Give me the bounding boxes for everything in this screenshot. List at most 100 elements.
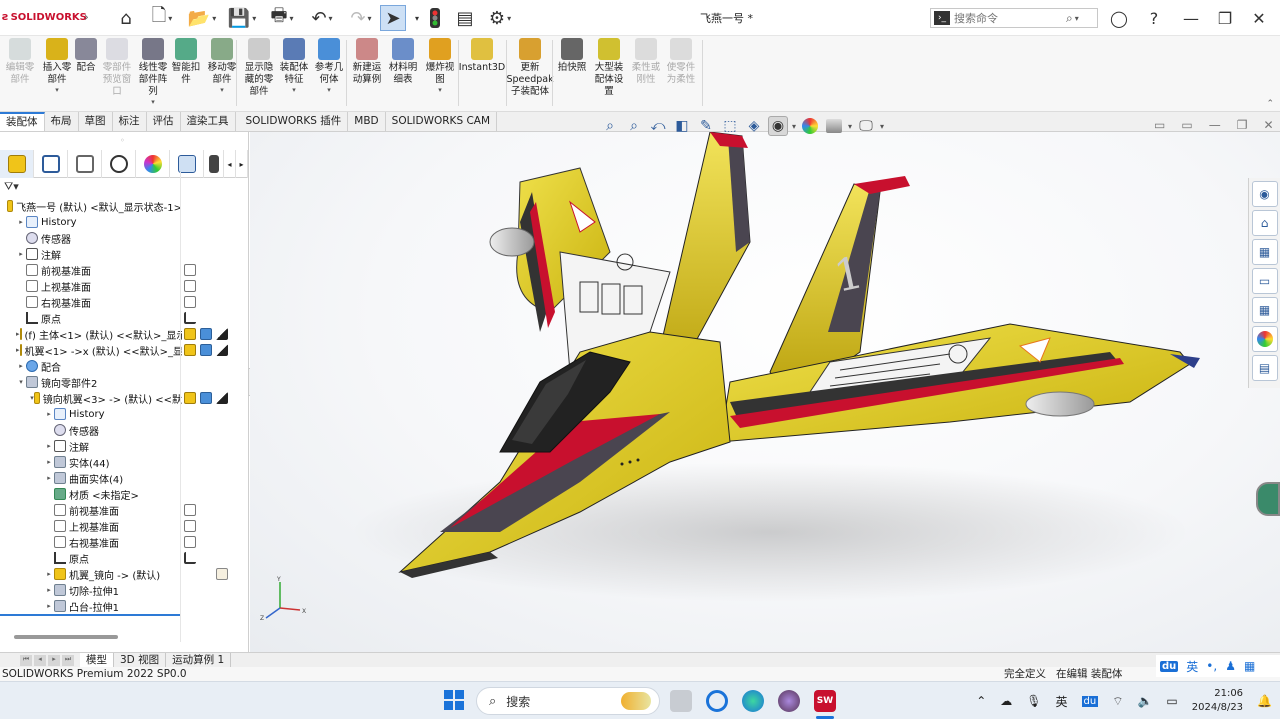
tab-6[interactable]: SOLIDWORKS 插件 [240, 112, 349, 131]
first-tab-nav-icon[interactable]: ⏮ [20, 654, 32, 666]
viewport-split-icon[interactable]: ▭ [1181, 118, 1192, 132]
ribbon-button-5[interactable]: 智能扣件 [170, 38, 202, 86]
ribbon-button-12[interactable]: 爆炸视图 ▾ [422, 38, 458, 94]
notification-bell-icon[interactable]: 🔔 [1257, 694, 1272, 708]
ribbon-button-0[interactable]: 编辑零 部件 [4, 38, 36, 86]
open-button[interactable]: 📂 ▾ [184, 5, 220, 31]
tab-3[interactable]: 标注 [113, 112, 147, 131]
expand-toggle-icon[interactable]: ▸ [16, 330, 20, 338]
ribbon-button-15[interactable]: 拍快照 [556, 38, 588, 74]
scene-dropdown-icon[interactable]: ▾ [848, 122, 852, 131]
bottom-tab-2[interactable]: 运动算例 1 [166, 652, 232, 668]
expand-toggle-icon[interactable]: ▸ [16, 218, 26, 226]
solidworks-resources-icon[interactable]: ◉ [1251, 181, 1278, 207]
ribbon-button-14[interactable]: 更新 Speedpak 子装配体 [506, 38, 554, 98]
tab-8[interactable]: SOLIDWORKS CAM [386, 112, 498, 131]
expand-toggle-icon[interactable]: ▸ [44, 602, 54, 610]
close-icon[interactable]: ✕ [1248, 7, 1270, 29]
microphone-icon[interactable]: 🎙 [1026, 694, 1041, 708]
search-input[interactable] [954, 11, 1064, 25]
tree-item[interactable]: 传感器 [44, 422, 182, 438]
tab-7[interactable]: MBD [348, 112, 386, 131]
onedrive-icon[interactable]: ☁ [1000, 694, 1012, 708]
tree-item[interactable]: 前视基准面 [16, 262, 182, 278]
account-icon[interactable]: ◯ [1108, 7, 1130, 29]
redo-button[interactable]: ↷ ▾ [344, 5, 378, 31]
ime-user-icon[interactable]: ♟ [1225, 659, 1236, 673]
tree-item[interactable]: ▸ 机翼<1> ->x (默认) <<默认>_显 [16, 342, 182, 358]
minimize-icon[interactable]: — [1180, 7, 1202, 29]
tree-item[interactable]: ▾ 镜向机翼<3> -> (默认) <<默 [30, 390, 182, 406]
ime-logo-icon[interactable]: du [1160, 660, 1179, 672]
expand-toggle-icon[interactable]: ▸ [44, 458, 54, 466]
ribbon-button-2[interactable]: 配合 [74, 38, 98, 74]
tree-item[interactable]: 飞燕一号 (默认) <默认_显示状态-1> [2, 198, 182, 214]
ribbon-button-11[interactable]: 材料明 细表 [386, 38, 420, 86]
expand-toggle-icon[interactable]: ▸ [16, 362, 26, 370]
ribbon-button-7[interactable]: 显示隐 藏的零 部件 [242, 38, 276, 98]
bottom-tab-1[interactable]: 3D 视图 [114, 652, 167, 668]
side-assistant-icon[interactable] [1256, 482, 1280, 516]
volume-icon[interactable]: 🔈 [1137, 694, 1152, 708]
expand-toggle-icon[interactable]: ▸ [44, 474, 54, 482]
tree-item[interactable]: ▸ History [44, 406, 182, 422]
new-document-button[interactable]: 🗋 ▾ [144, 5, 180, 31]
tab-display-manager[interactable] [136, 150, 170, 178]
expand-toggle-icon[interactable]: ▸ [16, 346, 20, 354]
tree-item[interactable]: ▸ 切除-拉伸1 [44, 582, 182, 598]
taskbar-clock[interactable]: 21:06 2024/8/23 [1192, 687, 1243, 715]
command-search-box[interactable]: ›_ ⌕ ▾ [930, 8, 1098, 28]
view-settings-dropdown-icon[interactable]: ▾ [880, 122, 884, 131]
ribbon-dropdown-icon[interactable]: ▾ [220, 86, 224, 94]
tree-item[interactable]: ▸ (f) 主体<1> (默认) <<默认>_显示 [16, 326, 182, 342]
tree-item[interactable]: 上视基准面 [16, 278, 182, 294]
tree-item[interactable]: 前视基准面 [44, 502, 182, 518]
tree-item[interactable]: ▸ 注解 [16, 246, 182, 262]
expand-toggle-icon[interactable]: ▸ [44, 570, 54, 578]
expand-toggle-icon[interactable]: ▸ [44, 410, 54, 418]
hide-show-dropdown-icon[interactable]: ▾ [792, 122, 796, 131]
design-library-icon[interactable]: ⌂ [1251, 210, 1278, 236]
expand-toggle-icon[interactable]: ▸ [44, 442, 54, 450]
battery-icon[interactable]: ▭ [1166, 694, 1177, 708]
ribbon-button-3[interactable]: 零部件 预览窗口 [100, 38, 134, 98]
tab-scroll-right-icon[interactable]: ▸ [236, 150, 248, 178]
bottom-tab-0[interactable]: 模型 [80, 652, 114, 668]
select-dropdown-icon[interactable]: ▾ [410, 5, 424, 31]
expand-toggle-icon[interactable]: ▾ [16, 378, 26, 386]
ribbon-button-18[interactable]: 使零件 为柔性 [664, 38, 698, 86]
view-palette-icon[interactable]: ▦ [1251, 297, 1278, 323]
taskbar-search-app-icon[interactable] [706, 690, 728, 712]
horizontal-scrollbar[interactable] [0, 632, 180, 642]
ribbon-dropdown-icon[interactable]: ▾ [292, 86, 296, 94]
viewport-minimize-icon[interactable]: — [1209, 118, 1221, 132]
tree-item[interactable]: 传感器 [16, 230, 182, 246]
tree-item[interactable]: ▸ 机翼_镜向 -> (默认) [44, 566, 182, 582]
task-view-icon[interactable] [670, 690, 692, 712]
ribbon-button-1[interactable]: 插入零 部件 ▾ [40, 38, 74, 94]
tab-5[interactable]: 渲染工具 [181, 112, 236, 131]
ribbon-button-17[interactable]: 柔性或 刚性 [630, 38, 662, 86]
ribbon-button-6[interactable]: 移动零 部件 ▾ [206, 38, 238, 94]
ribbon-button-4[interactable]: 线性零 部件阵列 ▾ [136, 38, 170, 106]
ribbon-button-13[interactable]: Instant3D [459, 38, 505, 74]
save-button[interactable]: 💾 ▾ [224, 5, 260, 31]
ime-grid-icon[interactable]: ▦ [1244, 659, 1255, 673]
tab-dimxpert[interactable] [102, 150, 136, 178]
ribbon-dropdown-icon[interactable]: ▾ [55, 86, 59, 94]
tree-item[interactable]: 上视基准面 [44, 518, 182, 534]
tab-2[interactable]: 草图 [79, 112, 113, 131]
rebuild-traffic-light-icon[interactable] [424, 5, 446, 31]
tree-item[interactable]: 右视基准面 [16, 294, 182, 310]
tree-item[interactable]: ▸ History [16, 214, 182, 230]
expand-toggle-icon[interactable]: ▸ [16, 250, 26, 258]
tab-1[interactable]: 布局 [45, 112, 79, 131]
tree-item[interactable]: ▸ 注解 [44, 438, 182, 454]
undo-button[interactable]: ↶ ▾ [304, 5, 340, 31]
last-tab-nav-icon[interactable]: ⏭ [62, 654, 74, 666]
edge-browser-icon[interactable] [742, 690, 764, 712]
tree-item[interactable]: ▸ 实体(44) [44, 454, 182, 470]
tree-item[interactable]: 原点 [16, 310, 182, 326]
tree-item[interactable]: ▸ 曲面实体(4) [44, 470, 182, 486]
tab-more[interactable] [204, 150, 224, 178]
